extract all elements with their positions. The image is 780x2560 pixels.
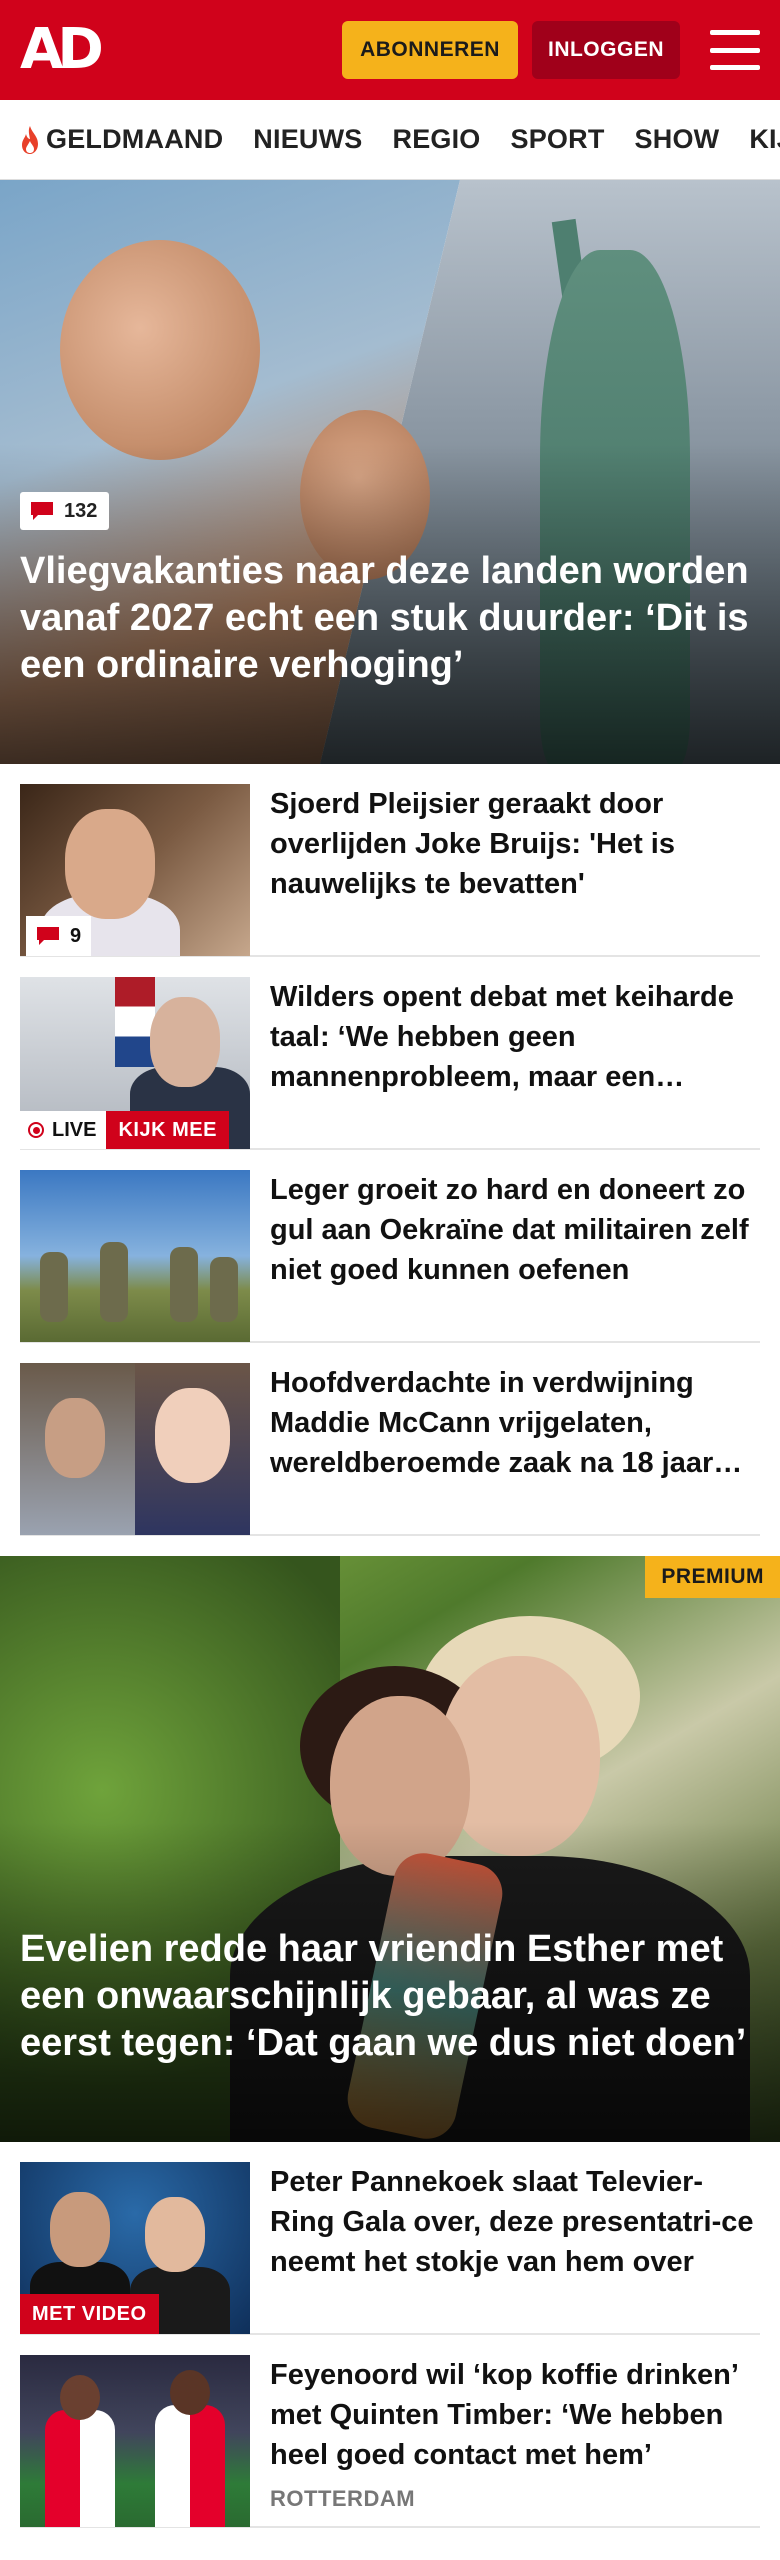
nav-item-nieuws[interactable]: NIEUWS (253, 124, 362, 155)
list-item[interactable]: Hoofdverdachte in verdwijning Maddie McC… (20, 1343, 760, 1536)
login-button[interactable]: INLOGGEN (532, 21, 680, 79)
list-item[interactable]: Leger groeit zo hard en doneert zo gul a… (20, 1150, 760, 1343)
section-label[interactable]: ROTTERDAM (270, 2479, 760, 2506)
comment-count: 132 (64, 499, 98, 522)
comment-count: 9 (70, 924, 82, 947)
article-thumbnail: LIVE KIJK MEE (20, 977, 250, 1149)
article-headline[interactable]: Wilders opent debat met keiharde taal: ‘… (270, 977, 760, 1097)
article-headline[interactable]: Hoofdverdachte in verdwijning Maddie McC… (270, 1363, 760, 1483)
list-item[interactable]: LIVE KIJK MEE Wilders opent debat met ke… (20, 957, 760, 1150)
list-item[interactable]: MET VIDEO Peter Pannekoek slaat Televier… (20, 2142, 760, 2335)
subscribe-button[interactable]: ABONNEREN (342, 21, 518, 79)
live-dot-icon (28, 1122, 44, 1138)
live-badge: LIVE KIJK MEE (20, 1111, 229, 1149)
hero-headline[interactable]: Evelien redde haar vriendin Esther met e… (20, 1926, 750, 2067)
nav-item-geldmaand[interactable]: GELDMAAND (18, 124, 223, 155)
article-thumbnail: 9 (20, 784, 250, 956)
top-bar: AD ABONNEREN INLOGGEN (0, 0, 780, 100)
article-headline[interactable]: Peter Pannekoek slaat Televier-Ring Gala… (270, 2162, 760, 2282)
section-nav: GELDMAAND NIEUWS REGIO SPORT SHOW KIJK (0, 100, 780, 180)
nav-label: GELDMAAND (46, 124, 224, 154)
hero-headline[interactable]: Vliegvakanties naar deze landen worden v… (20, 548, 750, 689)
article-thumbnail: MET VIDEO (20, 2162, 250, 2334)
logo[interactable]: AD (20, 22, 104, 78)
article-thumbnail (20, 1363, 250, 1535)
article-thumbnail (20, 1170, 250, 1342)
comment-count-badge: 9 (26, 916, 92, 956)
list-item[interactable]: 9 Sjoerd Pleijsier geraakt door overlijd… (20, 764, 760, 957)
article-headline[interactable]: Feyenoord wil ‘kop koffie drinken’ met Q… (270, 2355, 760, 2475)
nav-item-sport[interactable]: SPORT (511, 124, 605, 155)
flame-icon (22, 125, 38, 154)
article-thumbnail (20, 2355, 250, 2527)
live-label: LIVE (52, 1118, 97, 1141)
premium-badge: PREMIUM (645, 1556, 780, 1598)
comment-icon (31, 502, 53, 520)
nav-item-kijk[interactable]: KIJK (749, 124, 780, 155)
comment-icon (37, 927, 59, 945)
nav-item-show[interactable]: SHOW (635, 124, 720, 155)
comment-count-badge: 132 (20, 492, 110, 530)
watch-live-button[interactable]: KIJK MEE (106, 1111, 229, 1149)
menu-icon[interactable] (710, 30, 760, 70)
article-headline[interactable]: Leger groeit zo hard en doneert zo gul a… (270, 1170, 760, 1290)
hero-article[interactable]: 132 Vliegvakanties naar deze landen word… (0, 180, 780, 764)
article-headline[interactable]: Sjoerd Pleijsier geraakt door overlijden… (270, 784, 760, 904)
nav-item-regio[interactable]: REGIO (393, 124, 481, 155)
premium-hero-article[interactable]: PREMIUM Evelien redde haar vriendin Esth… (0, 1556, 780, 2142)
video-badge: MET VIDEO (20, 2294, 159, 2334)
list-item[interactable]: Feyenoord wil ‘kop koffie drinken’ met Q… (20, 2335, 760, 2528)
